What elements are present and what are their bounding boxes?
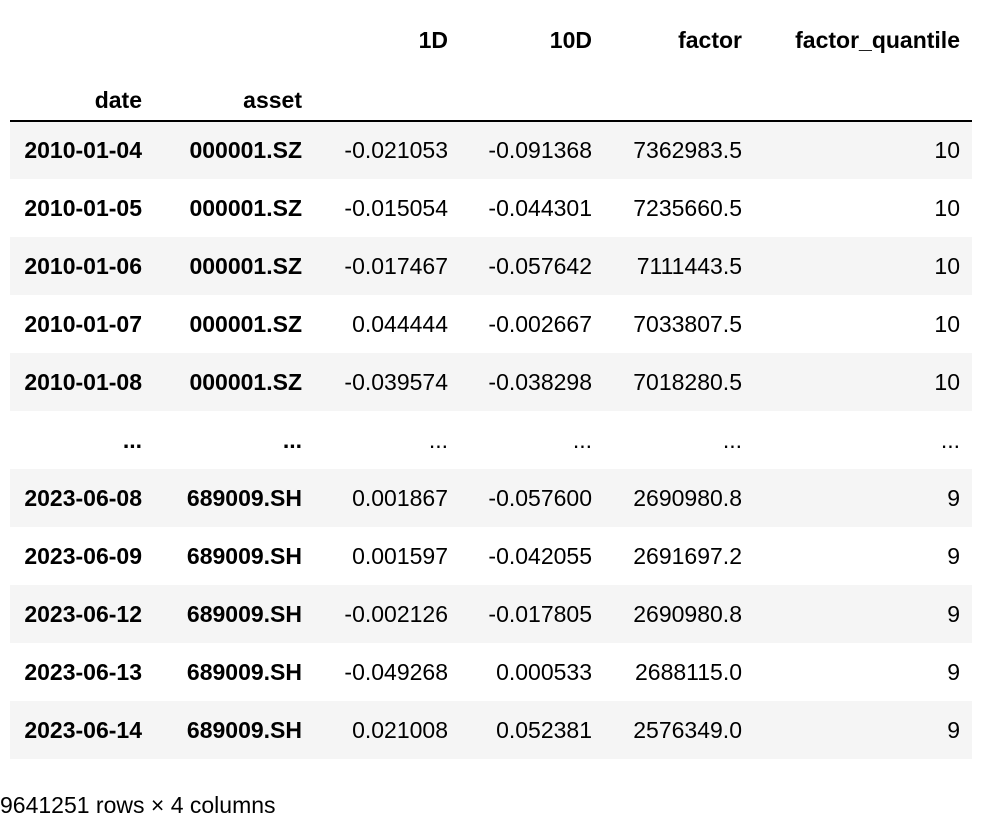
cell-factor-quantile: 9	[947, 716, 960, 743]
cell-factor: 2690980.8	[633, 484, 742, 511]
index-header-row: date asset	[10, 80, 972, 121]
cell-factor-quantile: 9	[947, 658, 960, 685]
table-row: ..................	[10, 411, 972, 469]
table-row: 2023-06-09 689009.SH 0.001597 -0.042055 2691…	[10, 527, 972, 585]
cell-10d: -0.057600	[488, 484, 592, 511]
cell-10d: -0.091368	[488, 137, 592, 163]
index-date: ...	[122, 426, 142, 453]
index-date: 2010-01-06	[24, 252, 142, 279]
index-asset: 689009.SH	[186, 600, 302, 627]
column-header-row: 1D 10D factor factor_quantile	[10, 0, 972, 80]
index-header-asset: asset	[243, 86, 302, 113]
table-row: 2023-06-12 689009.SH -0.002126 -0.017805 269…	[10, 585, 972, 643]
index-asset: 689009.SH	[186, 484, 302, 511]
header-blank	[754, 80, 972, 121]
cell-1d: 0.001597	[352, 542, 448, 569]
table-row: 2010-01-04 000001.SZ -0.021053 -0.091368 736…	[10, 121, 972, 179]
header-blank	[314, 80, 460, 121]
cell-factor: ...	[722, 426, 742, 453]
table-row: 2010-01-08 000001.SZ -0.039574 -0.038298 701…	[10, 353, 972, 411]
cell-10d: 0.000533	[496, 658, 592, 685]
table-body: 2010-01-04 000001.SZ -0.021053 -0.091368 736…	[10, 121, 972, 759]
index-asset: 000001.SZ	[189, 252, 302, 279]
cell-10d: -0.038298	[488, 368, 592, 395]
cell-1d: -0.021053	[344, 137, 448, 163]
cell-1d: -0.017467	[344, 252, 448, 279]
index-asset: 689009.SH	[186, 716, 302, 743]
cell-factor-quantile: 10	[934, 252, 960, 279]
index-date: 2010-01-07	[24, 310, 142, 337]
cell-1d: 0.001867	[352, 484, 448, 511]
cell-10d: 0.052381	[496, 716, 592, 743]
header-blank	[154, 0, 314, 80]
cell-factor-quantile: 10	[934, 310, 960, 337]
dataframe-table: 1D 10D factor factor_quantile date asset…	[10, 0, 972, 759]
table-row: 2010-01-05 000001.SZ -0.015054 -0.044301 723…	[10, 179, 972, 237]
cell-factor: 2690980.8	[633, 600, 742, 627]
cell-factor: 7111443.5	[636, 252, 742, 279]
index-asset: 000001.SZ	[189, 194, 302, 221]
cell-factor-quantile: 10	[934, 137, 960, 163]
cell-factor: 2576349.0	[633, 716, 742, 743]
index-asset: 000001.SZ	[189, 310, 302, 337]
cell-factor-quantile: 9	[947, 600, 960, 627]
cell-1d: 0.021008	[352, 716, 448, 743]
index-date: 2023-06-12	[24, 600, 142, 627]
cell-10d: -0.017805	[488, 600, 592, 627]
dataframe-output: 1D 10D factor factor_quantile date asset…	[0, 0, 998, 838]
cell-10d: ...	[572, 426, 592, 453]
column-header-10d: 10D	[549, 26, 592, 53]
table-row: 2023-06-08 689009.SH 0.001867 -0.057600 2690…	[10, 469, 972, 527]
cell-factor: 7018280.5	[633, 368, 742, 395]
column-header-factor: factor	[678, 26, 742, 53]
cell-factor: 7033807.5	[633, 310, 742, 337]
index-date: 2010-01-04	[24, 137, 142, 163]
cell-10d: -0.057642	[488, 252, 592, 279]
index-asset: 000001.SZ	[189, 368, 302, 395]
index-asset: 689009.SH	[186, 542, 302, 569]
index-asset: ...	[282, 426, 302, 453]
table-row: 2010-01-07 000001.SZ 0.044444 -0.002667 7033…	[10, 295, 972, 353]
cell-factor-quantile: 10	[934, 368, 960, 395]
cell-factor-quantile: ...	[940, 426, 960, 453]
header-blank	[604, 80, 754, 121]
cell-factor-quantile: 9	[947, 484, 960, 511]
index-date: 2023-06-14	[24, 716, 142, 743]
index-date: 2010-01-05	[24, 194, 142, 221]
cell-1d: -0.002126	[344, 600, 448, 627]
cell-1d: -0.015054	[344, 194, 448, 221]
table-shape-caption: 9641251 rows × 4 columns	[0, 792, 276, 818]
cell-1d: ...	[428, 426, 448, 453]
table-row: 2023-06-14 689009.SH 0.021008 0.052381 25763…	[10, 701, 972, 759]
cell-factor: 7362983.5	[633, 137, 742, 163]
index-date: 2010-01-08	[24, 368, 142, 395]
index-asset: 000001.SZ	[189, 137, 302, 163]
cell-factor: 2688115.0	[634, 658, 742, 685]
cell-1d: 0.044444	[352, 310, 448, 337]
cell-factor: 2691697.2	[633, 542, 742, 569]
cell-factor-quantile: 9	[947, 542, 960, 569]
index-header-date: date	[94, 86, 142, 113]
index-asset: 689009.SH	[186, 658, 302, 685]
cell-1d: -0.039574	[344, 368, 448, 395]
column-header-1d: 1D	[418, 26, 448, 53]
header-blank	[10, 0, 154, 80]
cell-10d: -0.002667	[488, 310, 592, 337]
index-date: 2023-06-13	[24, 658, 142, 685]
cell-factor-quantile: 10	[934, 194, 960, 221]
column-header-factor-quantile: factor_quantile	[795, 26, 960, 53]
header-blank	[460, 80, 604, 121]
index-date: 2023-06-08	[24, 484, 142, 511]
cell-factor: 7235660.5	[633, 194, 742, 221]
cell-10d: -0.042055	[488, 542, 592, 569]
index-date: 2023-06-09	[24, 542, 142, 569]
table-row: 2010-01-06 000001.SZ -0.017467 -0.057642 711…	[10, 237, 972, 295]
cell-10d: -0.044301	[488, 194, 592, 221]
cell-1d: -0.049268	[344, 658, 448, 685]
table-row: 2023-06-13 689009.SH -0.049268 0.000533 2688…	[10, 643, 972, 701]
